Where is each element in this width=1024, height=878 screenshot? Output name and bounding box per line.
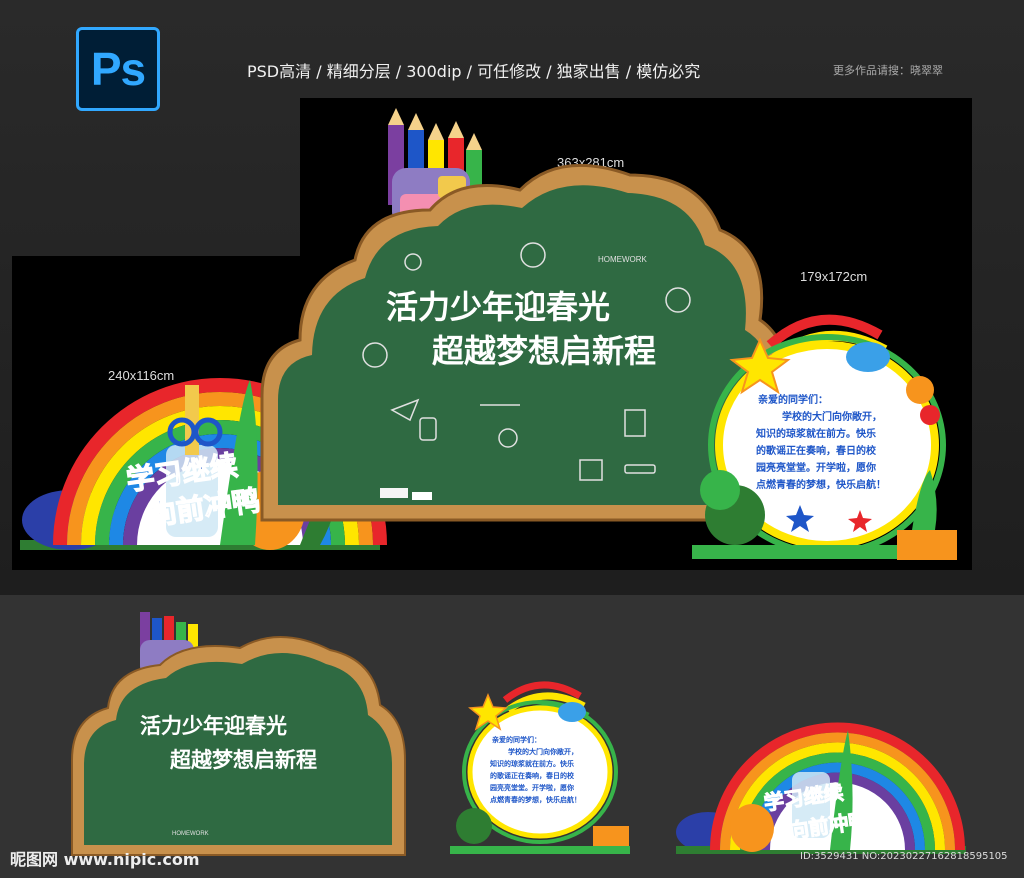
notice-line3: 知识的琼浆就在前方。快乐 <box>755 427 876 440</box>
preview-notice-line1: 亲爱的同学们： <box>492 735 541 744</box>
preview-notice-line3: 知识的琼浆就在前方。快乐 <box>489 759 574 768</box>
preview-round-panel <box>450 681 630 854</box>
notice-line1: 亲爱的同学们： <box>758 393 828 406</box>
preview-notice-line6: 点燃青春的梦想，快乐启航！ <box>490 795 581 804</box>
homework-label: HOMEWORK <box>598 255 648 264</box>
notice-line6: 点燃青春的梦想，快乐启航！ <box>756 478 886 491</box>
preview-homework-label: HOMEWORK <box>172 831 209 837</box>
preview-notice-line4: 的歌谣正在奏响，春日的校 <box>490 771 575 780</box>
illustration-canvas: 学习继续 向前冲鸭 HOMEWORK 活力少年迎春光 超越梦想启新程 亲爱的同学… <box>20 108 966 856</box>
notice-line4: 的歌谣正在奏响，春日的校 <box>756 444 877 457</box>
preview-notice-line2: 学校的大门向你敞开， <box>508 747 578 756</box>
preview-notice-line5: 园亮亮堂堂。开学啦，愿你 <box>490 783 574 792</box>
image-id-line: ID:3529431 NO:20230227162818595105 <box>800 851 1008 862</box>
preview-board-title-line1: 活力少年迎春光 <box>140 714 287 738</box>
notice-line2: 学校的大门向你敞开， <box>782 410 882 423</box>
notice-line5: 园亮亮堂堂。开学啦，愿你 <box>756 461 876 474</box>
preview-board-title-line2: 超越梦想启新程 <box>170 748 317 772</box>
board-title-line1: 活力少年迎春光 <box>386 288 610 326</box>
board-title-line2: 超越梦想启新程 <box>432 332 656 370</box>
site-watermark: 昵图网 www.nipic.com <box>10 850 200 869</box>
